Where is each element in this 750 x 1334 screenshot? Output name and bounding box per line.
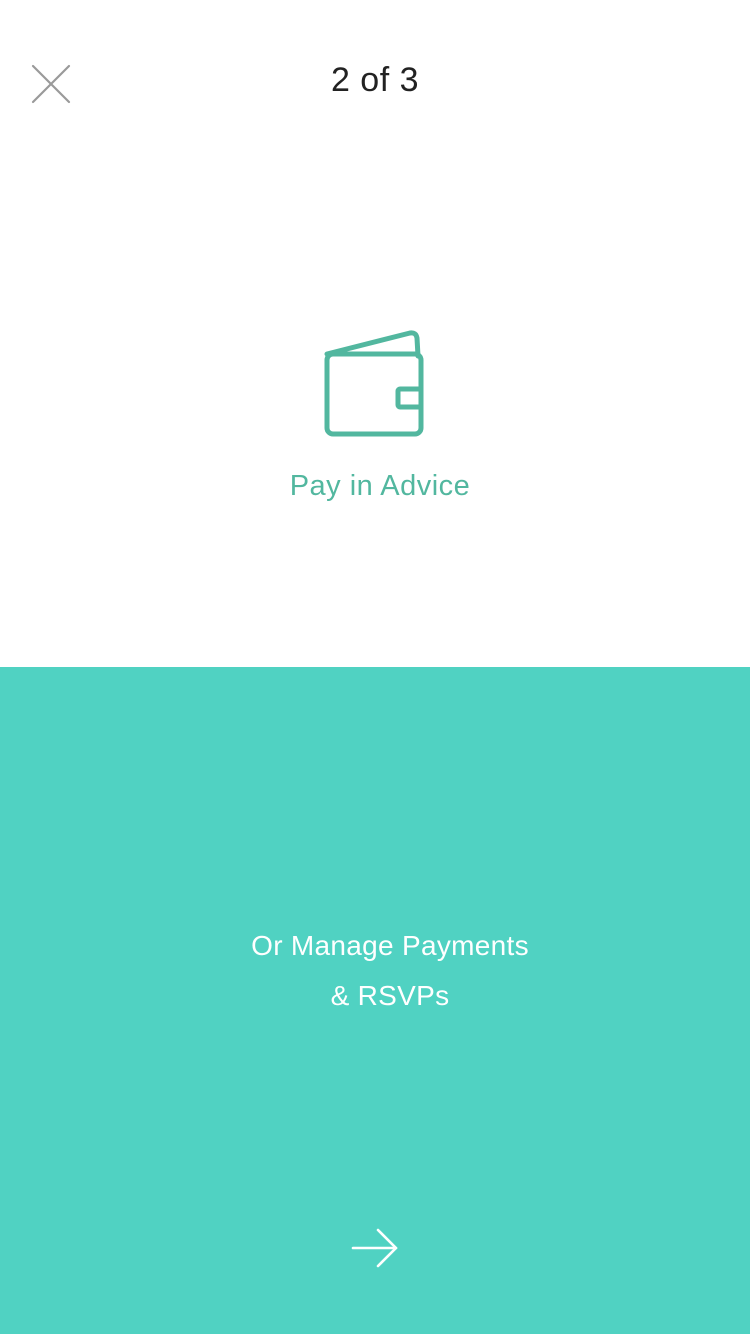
onboarding-top-panel: 2 of 3 Pay in Advice (0, 0, 750, 667)
arrow-right-icon[interactable] (348, 1224, 402, 1272)
step-indicator: 2 of 3 (330, 61, 420, 99)
manage-text-line-1: Or Manage Payments (251, 930, 529, 961)
feature-label: Pay in Advice (289, 470, 471, 502)
onboarding-bottom-panel: Or Manage Payments & RSVPs (0, 667, 750, 1334)
next-button[interactable] (348, 1224, 402, 1272)
manage-payments-link[interactable]: Or Manage Payments & RSVPs (0, 921, 750, 1021)
wallet-icon (320, 326, 430, 440)
manage-text-line-2: & RSVPs (330, 980, 450, 1011)
